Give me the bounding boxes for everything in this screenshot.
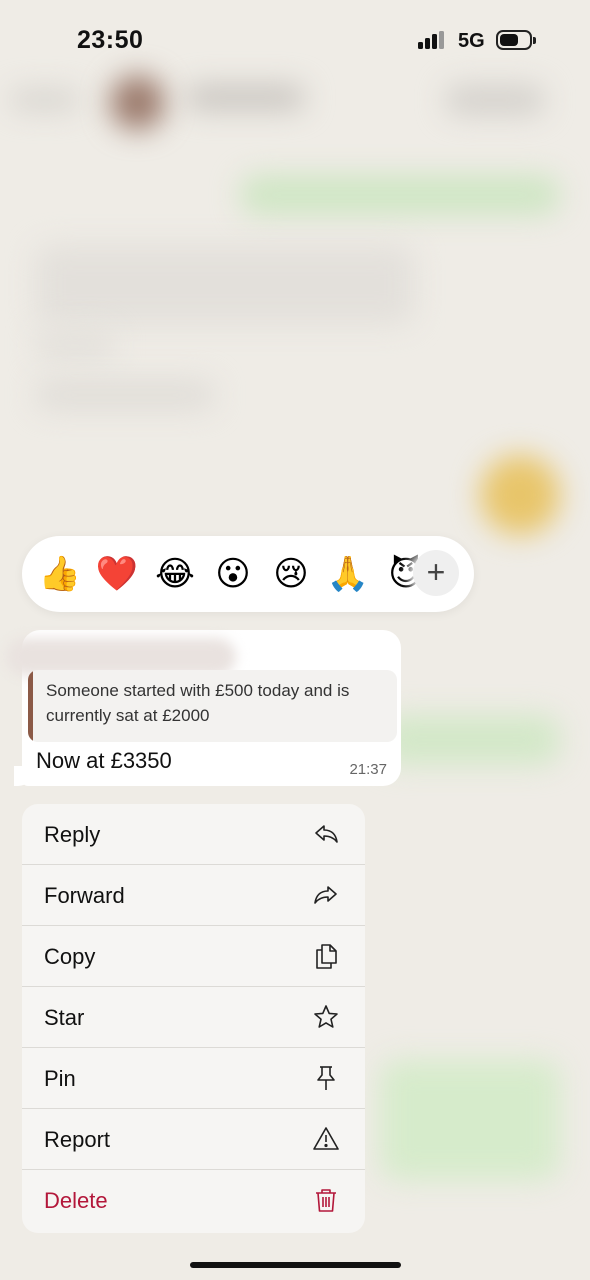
menu-item-reply[interactable]: Reply [22,804,365,865]
signal-strength-icon [418,31,450,49]
reaction-heart[interactable]: ❤️ [95,554,139,594]
message-bubble[interactable]: Someone started with £500 today and is c… [6,630,401,786]
menu-item-label: Reply [44,822,101,847]
more-reactions-button[interactable]: + [413,550,459,596]
menu-item-copy[interactable]: Copy [22,926,365,987]
message-timestamp: 21:37 [349,761,387,778]
reaction-bar: 👍 ❤️ 😂 😮 😢 🙏 😈 + [22,536,474,612]
reaction-thumbs-up[interactable]: 👍 [38,554,82,594]
quoted-message-text: Someone started with £500 today and is c… [46,681,350,725]
reaction-praying-hands[interactable]: 🙏 [326,554,370,594]
reaction-laughing[interactable]: 😂 [153,554,197,594]
quoted-message[interactable]: Someone started with £500 today and is c… [28,670,397,742]
status-bar: 23:50 5G [0,0,590,80]
menu-item-star[interactable]: Star [22,987,365,1048]
forward-icon [314,886,337,904]
menu-item-label: Copy [44,944,96,969]
copy-icon [316,944,337,969]
message-context-menu: Reply Forward Copy Star Pin Report Delet… [22,804,365,1233]
menu-item-label: Pin [44,1066,76,1091]
status-time: 23:50 [77,26,144,54]
reaction-surprised[interactable]: 😮 [211,554,255,594]
quote-accent-bar [28,670,33,742]
menu-item-label: Forward [44,883,125,908]
trash-icon [316,1189,336,1212]
menu-item-forward[interactable]: Forward [22,865,365,926]
reply-icon [315,825,338,843]
home-indicator [190,1262,401,1268]
message-text: Now at £3350 [36,748,172,773]
network-type: 5G [458,30,485,52]
pin-icon [317,1066,335,1090]
menu-item-pin[interactable]: Pin [22,1048,365,1109]
reaction-crying[interactable]: 😢 [269,554,313,594]
menu-item-label: Star [44,1005,85,1030]
menu-item-report[interactable]: Report [22,1109,365,1170]
battery-icon [496,30,536,50]
menu-item-label: Report [44,1127,111,1152]
menu-item-label: Delete [44,1188,108,1213]
report-icon [313,1127,339,1150]
menu-item-delete[interactable]: Delete [22,1170,365,1231]
star-icon [314,1005,338,1028]
